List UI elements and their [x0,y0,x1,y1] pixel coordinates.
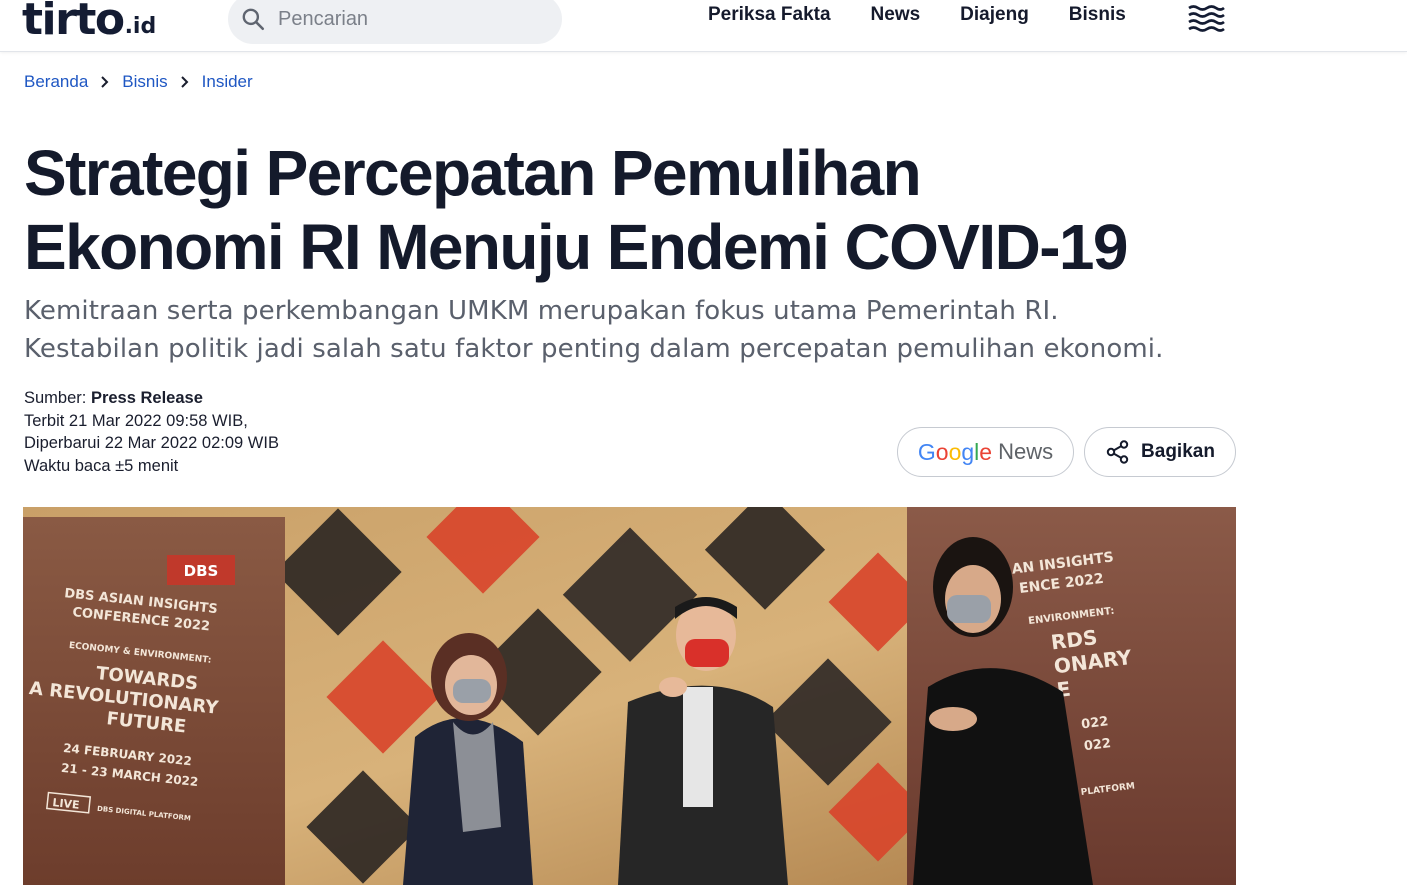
search-bar[interactable] [228,0,562,44]
nav-item-bisnis[interactable]: Bisnis [1069,4,1126,26]
nav-item-news[interactable]: News [871,4,921,26]
breadcrumb-item-insider[interactable]: Insider [202,72,253,92]
source-value: Press Release [90,389,203,407]
logo-text: tirto [22,0,125,45]
top-navigation-bar: tirto .id Periksa Fakta News Diajeng Bis… [0,0,1407,52]
updated-date: Diperbarui 22 Mar 2022 02:09 WIB [24,434,279,452]
search-input[interactable] [278,7,538,31]
google-logo-icon: Google [917,438,993,465]
share-icon [1106,440,1129,464]
article-hero-image: DBS DBS ASIAN INSIGHTS CONFERENCE 2022 E… [23,507,1236,885]
search-icon [242,8,265,31]
nav-item-periksa-fakta[interactable]: Periksa Fakta [708,4,831,26]
article-title-line-2: Ekonomi RI Menuju Endemi COVID-19 [24,211,1128,283]
share-button[interactable]: Bagikan [1084,427,1236,477]
source-label: Sumber: [24,389,87,407]
article-meta: Sumber: Press Release Terbit 21 Mar 2022… [24,387,279,477]
tirto-logo[interactable]: tirto .id [22,0,156,42]
article-title: Strategi Percepatan Pemulihan Ekonomi RI… [24,136,1244,284]
chevron-right-icon [180,75,190,89]
breadcrumb: Beranda Bisnis Insider [24,72,253,92]
article-title-line-1: Strategi Percepatan Pemulihan [24,137,922,209]
article-subtitle-line-2: Kestabilan politik jadi salah satu fakto… [24,334,1164,364]
read-time: Waktu baca ±5 menit [24,456,179,475]
breadcrumb-item-bisnis[interactable]: Bisnis [122,72,167,92]
source-line: Sumber: Press Release [24,387,279,410]
google-news-button[interactable]: Google News [897,427,1074,477]
share-label: Bagikan [1141,441,1215,462]
hero-photo-illustration: DBS DBS ASIAN INSIGHTS CONFERENCE 2022 E… [23,507,1236,885]
main-nav: Periksa Fakta News Diajeng Bisnis [708,4,1126,26]
nav-item-diajeng[interactable]: Diajeng [960,4,1029,26]
article-subtitle: Kemitraan serta perkembangan UMKM merupa… [24,292,1254,368]
chevron-right-icon [100,75,110,89]
article-subtitle-line-1: Kemitraan serta perkembangan UMKM merupa… [24,296,1059,326]
breadcrumb-item-beranda[interactable]: Beranda [24,72,88,92]
logo-suffix: .id [124,14,157,39]
waves-menu-icon[interactable] [1187,4,1225,32]
left-conference-banner: DBS DBS ASIAN INSIGHTS CONFERENCE 2022 E… [23,517,285,885]
svg-text:DBS: DBS [184,562,219,580]
published-date: Terbit 21 Mar 2022 09:58 WIB, [24,411,248,430]
google-news-label: News [998,439,1054,464]
